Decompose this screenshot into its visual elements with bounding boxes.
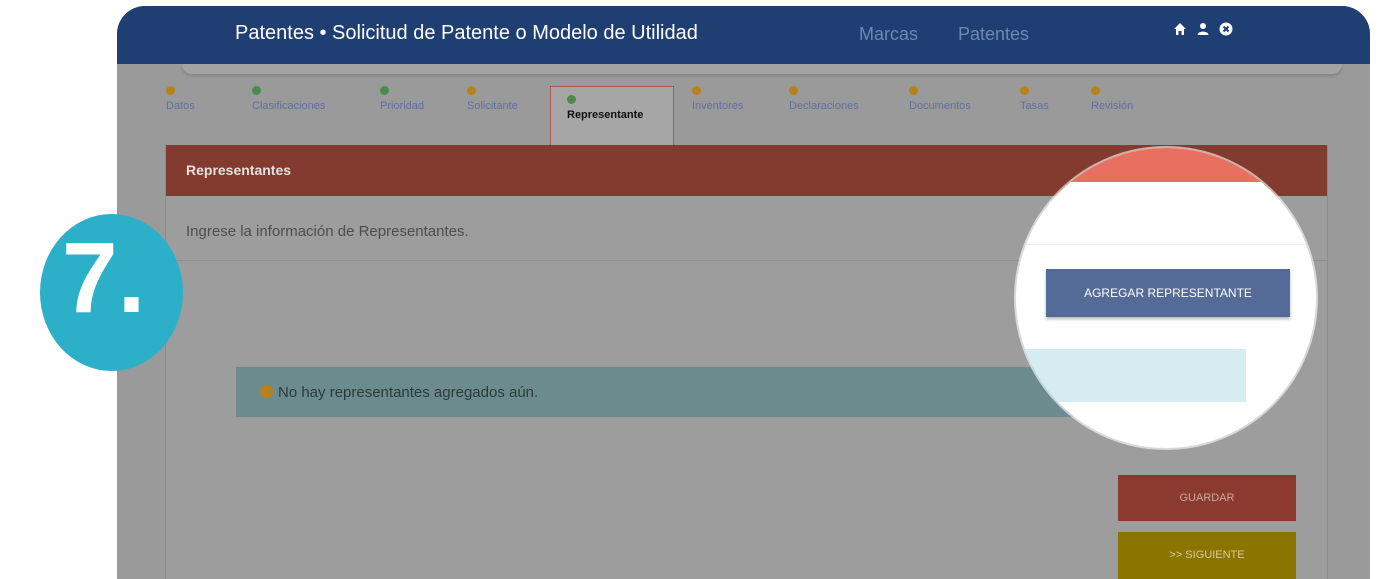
step-datos[interactable]: Datos (166, 86, 195, 112)
warning-icon (789, 86, 798, 95)
save-button[interactable]: GUARDAR (1118, 475, 1296, 521)
step-label: Clasificaciones (252, 100, 326, 112)
home-icon[interactable] (1173, 22, 1187, 36)
step-revision[interactable]: Revisión (1091, 86, 1133, 112)
zoom-divider (1016, 244, 1316, 245)
info-icon (260, 385, 273, 398)
step-label: Tasas (1020, 100, 1049, 112)
step-label: Prioridad (380, 100, 425, 112)
nav-link-marcas[interactable]: Marcas (859, 24, 918, 45)
intro-text: Ingrese la información de Representantes… (186, 223, 469, 240)
step-label: Revisión (1091, 100, 1134, 112)
add-representative-button[interactable]: AGREGAR REPRESENTANTE (1046, 269, 1290, 317)
zoom-alert (1016, 349, 1246, 402)
top-icons (1173, 22, 1233, 36)
nav-link-patentes[interactable]: Patentes (958, 24, 1029, 45)
close-circle-icon[interactable] (1219, 22, 1233, 36)
check-icon (380, 86, 389, 95)
step-declaraciones[interactable]: Declaraciones (789, 86, 859, 112)
step-label: Datos (166, 100, 195, 112)
zoom-panel-header (1066, 148, 1266, 182)
step-inventores[interactable]: Inventores (692, 86, 743, 112)
step-label: Inventores (692, 100, 744, 112)
next-button[interactable]: >> SIGUIENTE (1118, 532, 1296, 579)
step-number: 7. (62, 222, 146, 334)
user-icon[interactable] (1196, 22, 1210, 36)
step-documentos[interactable]: Documentos (909, 86, 971, 112)
app-title: Patentes • Solicitud de Patente o Modelo… (235, 22, 698, 44)
step-solicitante[interactable]: Solicitante (467, 86, 518, 112)
step-tasas[interactable]: Tasas (1020, 86, 1049, 112)
warning-icon (467, 86, 476, 95)
warning-icon (1091, 86, 1100, 95)
wizard-steps: Datos Clasificaciones Prioridad Solicita… (117, 86, 1370, 146)
step-label: Declaraciones (789, 100, 859, 112)
warning-icon (692, 86, 701, 95)
step-label: Documentos (909, 100, 971, 112)
step-label: Solicitante (467, 100, 518, 112)
top-navbar: Patentes • Solicitud de Patente o Modelo… (117, 6, 1370, 64)
step-representante[interactable]: Representante (550, 86, 674, 146)
browser-frame: Patentes • Solicitud de Patente o Modelo… (117, 6, 1370, 579)
zoom-magnifier: AGREGAR REPRESENTANTE (1016, 148, 1316, 448)
step-clasificaciones[interactable]: Clasificaciones (252, 86, 325, 112)
warning-icon (166, 86, 175, 95)
warning-icon (1020, 86, 1029, 95)
warning-icon (909, 86, 918, 95)
panel-title: Representantes (186, 162, 292, 178)
check-icon (252, 86, 261, 95)
check-icon (567, 95, 576, 104)
step-number-badge: 7. (40, 214, 183, 371)
empty-message: No hay representantes agregados aún. (278, 384, 539, 401)
card-shadow (182, 64, 1342, 74)
step-label: Representante (567, 109, 644, 121)
step-prioridad[interactable]: Prioridad (380, 86, 424, 112)
